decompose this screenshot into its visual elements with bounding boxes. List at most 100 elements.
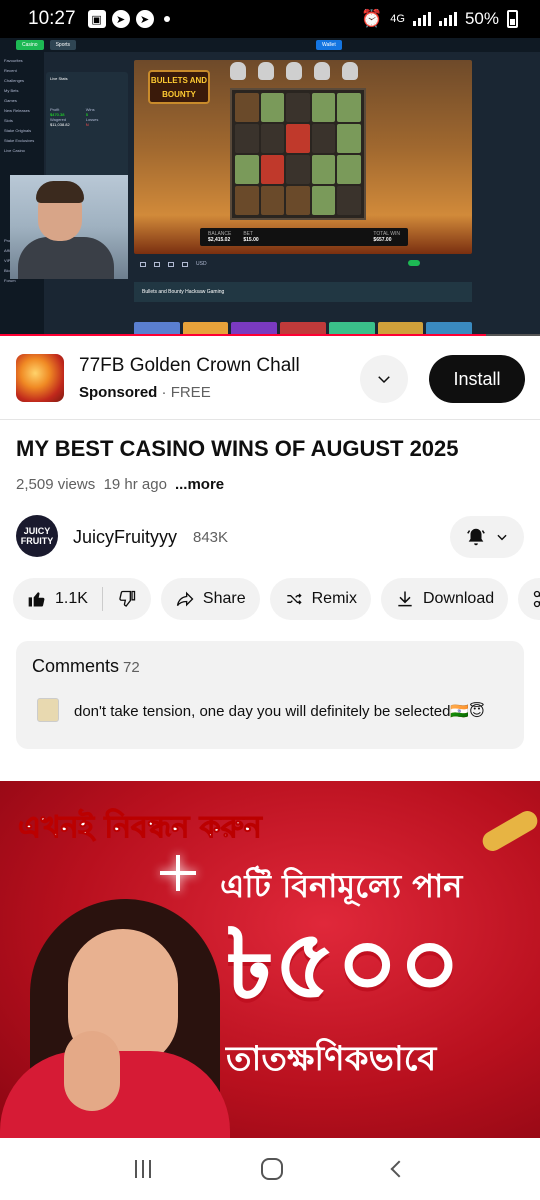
- game-hud: BALANCE $2,415.02 BET $15.00 TOTAL WIN $657…: [200, 228, 408, 246]
- chevron-down-icon: [497, 534, 507, 541]
- slot-symbol: [260, 124, 285, 153]
- slot-symbol: [235, 155, 259, 184]
- signal-icon-2: [438, 12, 457, 26]
- commenter-avatar: [37, 698, 59, 722]
- banner-headline: এখনই নিবন্ধন করুন: [18, 810, 263, 846]
- favourite-icon: [182, 261, 188, 267]
- video-tab-casino: Casino: [16, 40, 44, 50]
- hud-bet: $15.00: [243, 237, 259, 243]
- chevron-down-icon: [378, 376, 390, 384]
- telegram-icon: ➤: [111, 10, 130, 28]
- banner-amount: ৳৫০০: [226, 908, 461, 1020]
- clip-button[interactable]: [518, 578, 540, 620]
- battery-icon: [507, 10, 518, 28]
- remix-button[interactable]: Remix: [269, 578, 371, 620]
- alarm-icon: ⏰: [361, 9, 383, 28]
- upload-age: 19 hr ago: [103, 476, 167, 493]
- ribbon-decoration: [479, 807, 540, 855]
- channel-name[interactable]: JuicyFruityyy: [73, 527, 177, 548]
- view-count: 2,509 views: [16, 476, 96, 493]
- stats-wagered: $11,038.82: [50, 122, 70, 127]
- stats-losses: N: [85, 122, 89, 127]
- slot-symbol: [286, 93, 310, 122]
- video-sidebar-item: Challenges: [4, 78, 25, 83]
- video-wallet-button: Wallet: [316, 40, 342, 50]
- top-comment-text: don't take tension, one day you will def…: [74, 703, 485, 720]
- signal-icon: [412, 12, 431, 26]
- skull-icon: [230, 62, 246, 80]
- video-slot-game: BULLETS AND BOUNTY BALANCE $2,415.02 BET $…: [134, 60, 472, 254]
- skull-icon: [258, 62, 274, 80]
- banner-subheadline: এটি বিনামূল্যে পান: [220, 867, 463, 905]
- thumbs-down-icon[interactable]: [117, 589, 137, 609]
- status-bar: 10:27 ▣ ➤ ➤ ⏰ 4G 50%: [0, 0, 540, 38]
- video-meta[interactable]: 2,509 views 19 hr ago ...more: [16, 476, 224, 493]
- video-player[interactable]: Casino Sports Wallet Favourites Recent C…: [0, 38, 540, 336]
- slot-symbol: [286, 124, 310, 153]
- ad-price: FREE: [170, 384, 211, 401]
- slot-symbol: [311, 93, 336, 122]
- ad-sponsored-label: Sponsored: [79, 384, 158, 401]
- like-count: 1.1K: [55, 590, 88, 607]
- comments-count: 72: [123, 659, 140, 676]
- thumbs-up-icon[interactable]: [27, 589, 47, 609]
- video-sidebar-item: Stake Originals: [4, 128, 32, 133]
- channel-avatar[interactable]: JUICY FRUITY: [16, 515, 58, 557]
- video-sidebar-item: Recent: [4, 68, 17, 73]
- video-sidebar-item: Favourites: [4, 58, 23, 63]
- comments-header: Comments 72: [32, 656, 140, 677]
- system-nav-bar: [0, 1138, 540, 1200]
- video-sidebar-item: My Bets: [4, 88, 19, 93]
- ad-subtitle: Sponsored · FREE: [79, 384, 211, 401]
- slot-symbol: [235, 186, 259, 215]
- currency-label: USD: [196, 261, 207, 267]
- promo-banner[interactable]: এখনই নিবন্ধন করুন এটি বিনামূল্যে পান ৳৫০…: [0, 781, 540, 1138]
- hud-balance: $2,415.02: [208, 237, 231, 243]
- home-button[interactable]: [261, 1158, 283, 1180]
- comments-title: Comments: [32, 656, 120, 676]
- notification-bell-button[interactable]: [450, 516, 524, 558]
- recents-button[interactable]: [135, 1160, 151, 1178]
- slot-symbol: [260, 155, 285, 184]
- back-button[interactable]: [390, 1160, 408, 1178]
- stats-title: Live Stats: [50, 76, 68, 81]
- action-bar: 1.1K Share Remix Download: [13, 578, 540, 622]
- ad-title[interactable]: 77FB Golden Crown Chall: [79, 355, 349, 377]
- model-hand: [64, 1031, 120, 1111]
- skull-icon: [286, 62, 302, 80]
- streamer-body: [18, 237, 114, 279]
- slot-symbol: [311, 155, 336, 184]
- slot-symbol: [235, 124, 259, 153]
- skull-icon: [314, 62, 330, 80]
- ad-expand-button[interactable]: [360, 355, 408, 403]
- video-sidebar-item: Games: [4, 98, 17, 103]
- like-dislike-button[interactable]: 1.1K: [13, 578, 151, 620]
- sparkle-icon: [176, 855, 180, 891]
- more-notifications-icon: [163, 16, 170, 22]
- telegram-icon: ➤: [135, 10, 154, 28]
- video-sidebar-item: Slots: [4, 118, 13, 123]
- video-sidebar-item: Stake Exclusives: [4, 138, 35, 143]
- share-label: Share: [202, 590, 246, 607]
- download-icon: [398, 591, 412, 607]
- slot-symbol: [235, 93, 259, 122]
- sponsored-ad[interactable]: 77FB Golden Crown Chall Sponsored · FREE…: [0, 336, 540, 420]
- slot-symbol: [260, 186, 285, 215]
- banner-footer-text: তাতক্ষণিকভাবে: [226, 1039, 437, 1079]
- remix-icon: [286, 593, 302, 605]
- hud-total-win: $657.00: [373, 237, 392, 243]
- video-sidebar-item: New Releases: [4, 108, 30, 113]
- install-button[interactable]: Install: [429, 355, 525, 403]
- slot-symbol: [311, 186, 336, 215]
- comments-section[interactable]: Comments 72 don't take tension, one day y…: [16, 641, 524, 749]
- download-label: Download: [422, 590, 495, 607]
- slot-symbol: [311, 124, 336, 153]
- share-button[interactable]: Share: [160, 578, 260, 620]
- more-link[interactable]: ...more: [175, 476, 224, 493]
- video-title[interactable]: MY BEST CASINO WINS OF AUGUST 2025: [16, 436, 526, 462]
- remix-label: Remix: [311, 590, 357, 607]
- video-sidebar-item: Live Casino: [4, 148, 25, 153]
- game-controls: USD: [134, 258, 472, 270]
- download-button[interactable]: Download: [380, 578, 509, 620]
- ad-app-icon[interactable]: [16, 354, 64, 402]
